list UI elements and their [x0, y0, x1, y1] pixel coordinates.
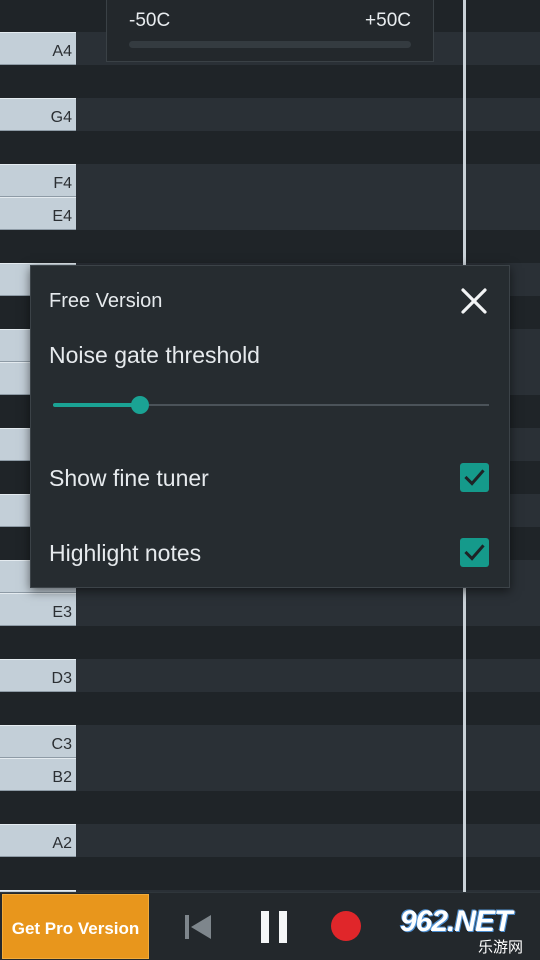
roll-row [76, 197, 540, 230]
record-button[interactable] [328, 908, 364, 944]
show-fine-tuner-label: Show fine tuner [49, 465, 209, 491]
piano-key-black[interactable] [0, 131, 76, 164]
checkmark-icon [464, 469, 485, 486]
roll-row [76, 164, 540, 197]
bottom-toolbar: Get Pro Version 962.NET 乐游网 [0, 892, 540, 960]
piano-key-white[interactable]: B2 [0, 758, 76, 791]
app-screen: A4 G4 F4 E4 E3 D3 C3 B2 A2 -50C +50C Free Versio… [0, 0, 540, 960]
piano-key-label: E4 [52, 208, 72, 225]
piano-key-black[interactable] [0, 791, 76, 824]
piano-key-label: E3 [52, 604, 72, 621]
piano-key-black[interactable] [0, 230, 76, 263]
skip-back-icon [185, 915, 211, 939]
slider-thumb[interactable] [131, 396, 150, 414]
roll-row [76, 659, 540, 692]
tuner-max-label: +50C [365, 10, 411, 31]
piano-key-white[interactable]: A4 [0, 32, 76, 65]
get-pro-label: Get Pro Version [11, 919, 140, 938]
pause-button[interactable] [254, 907, 294, 947]
piano-key-black[interactable] [0, 692, 76, 725]
noise-gate-slider[interactable] [53, 392, 489, 418]
piano-key-label: C3 [51, 736, 72, 753]
piano-key-white[interactable]: F4 [0, 164, 76, 197]
piano-key-white[interactable]: A2 [0, 824, 76, 857]
roll-row [76, 230, 540, 263]
piano-key-white[interactable]: C3 [0, 725, 76, 758]
roll-row [76, 824, 540, 857]
highlight-notes-checkbox[interactable] [460, 538, 489, 567]
piano-key-label: D3 [51, 670, 72, 687]
roll-row [76, 98, 540, 131]
settings-dialog: Free Version Noise gate threshold Show f… [30, 265, 510, 588]
piano-key-label: A2 [52, 835, 72, 852]
piano-key-label: G4 [50, 109, 72, 126]
record-icon [331, 911, 361, 941]
pause-icon [261, 911, 287, 943]
slider-fill [53, 403, 141, 407]
dialog-title: Free Version [49, 290, 163, 312]
watermark-sub-text: 乐游网 [478, 939, 524, 956]
piano-key-black[interactable] [0, 65, 76, 98]
show-fine-tuner-checkbox[interactable] [460, 463, 489, 492]
watermark-logo: 962.NET 乐游网 [400, 905, 534, 956]
piano-key-white[interactable]: E3 [0, 593, 76, 626]
roll-row [76, 131, 540, 164]
noise-gate-label: Noise gate threshold [49, 342, 260, 368]
roll-row [76, 857, 540, 890]
piano-key-label: B2 [52, 769, 72, 786]
piano-key-white[interactable]: D3 [0, 659, 76, 692]
fine-tuner-panel: -50C +50C [106, 0, 434, 62]
piano-key-label: F4 [53, 175, 72, 192]
roll-row [76, 626, 540, 659]
roll-row [76, 593, 540, 626]
tuner-min-label: -50C [129, 10, 171, 31]
roll-row [76, 65, 540, 98]
roll-row [76, 725, 540, 758]
piano-key-black[interactable] [0, 0, 76, 32]
tuner-deviation-bar [129, 41, 411, 48]
piano-key-black[interactable] [0, 626, 76, 659]
piano-key-white[interactable]: G4 [0, 98, 76, 131]
watermark-main-text: 962.NET [400, 905, 512, 938]
piano-key-white[interactable]: E4 [0, 197, 76, 230]
roll-row [76, 791, 540, 824]
skip-back-button[interactable] [180, 909, 216, 945]
get-pro-button[interactable]: Get Pro Version [2, 894, 149, 959]
close-icon [461, 288, 487, 314]
roll-row [76, 692, 540, 725]
piano-key-black[interactable] [0, 857, 76, 890]
close-button[interactable] [455, 282, 493, 320]
piano-key-label: A4 [52, 43, 72, 60]
roll-row [76, 758, 540, 791]
highlight-notes-label: Highlight notes [49, 540, 202, 566]
checkmark-icon [464, 544, 485, 561]
